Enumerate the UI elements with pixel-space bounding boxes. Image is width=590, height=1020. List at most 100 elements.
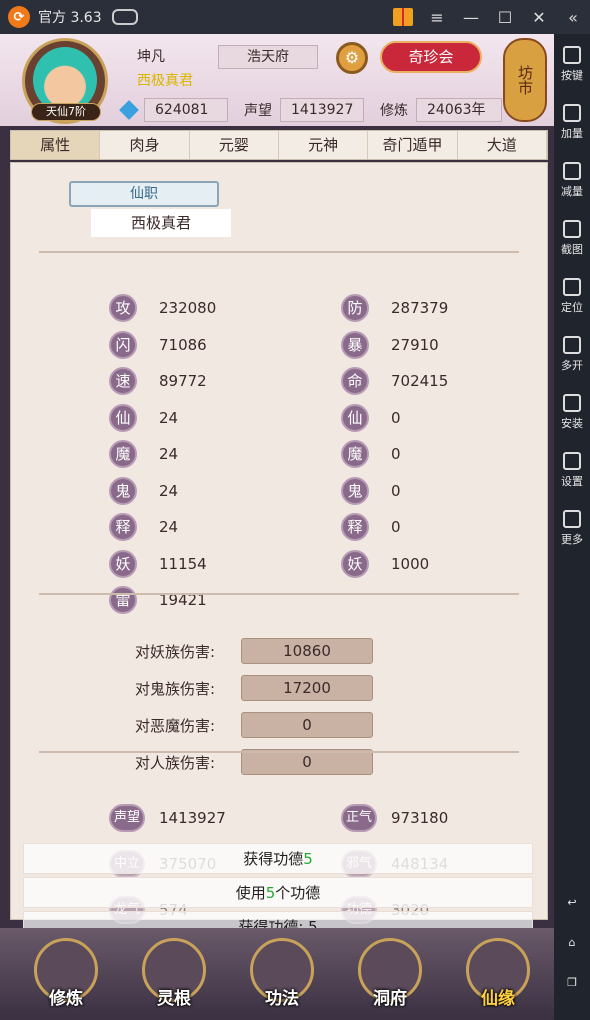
toast-text: 个功德 [275, 884, 321, 902]
reputation-stat-value: 1413927 [159, 809, 226, 827]
cultivation-stat: 修炼 24063年 [380, 98, 502, 122]
tab-1[interactable]: 肉身 [100, 131, 190, 159]
avatar[interactable]: 天仙7阶 [22, 38, 108, 124]
divider [39, 593, 519, 595]
reputation-badge-icon: 声望 [109, 804, 145, 832]
attribute-value: 24 [159, 445, 179, 463]
attribute-row: 雷 19421 [109, 585, 207, 615]
attribute-row: 仙0 [341, 403, 401, 433]
reputation-stat-row: 声望 1413927 [109, 803, 226, 833]
divider [39, 751, 519, 753]
gift-button[interactable] [386, 0, 420, 34]
back-button[interactable]: ↩ [554, 896, 590, 909]
tab-3[interactable]: 元神 [279, 131, 369, 159]
attribute-badge-icon: 暴 [341, 330, 369, 359]
sidebar-multi-window-button[interactable]: 多开 [554, 336, 590, 373]
treasure-shop-button[interactable]: 奇珍会 [380, 41, 482, 73]
attribute-value: 0 [391, 408, 401, 427]
reputation-badge-icon: 正气 [341, 804, 377, 832]
emulator-titlebar: ⟳ 官方 3.63 ≡ — ☐ ✕ « [0, 0, 590, 34]
toast-number: 5 [265, 884, 276, 902]
more-dots-icon [563, 510, 581, 528]
damage-bonus-value: 17200 [241, 675, 373, 701]
close-button[interactable]: ✕ [522, 0, 556, 34]
apk-install-icon [563, 394, 581, 412]
player-level: 天仙7阶 [31, 103, 101, 121]
attribute-badge-icon: 雷 [109, 586, 137, 614]
attribute-badge-icon: 命 [341, 367, 369, 395]
sidebar-keyboard-button[interactable]: 按键 [554, 46, 590, 83]
attribute-row: 释0 [341, 512, 401, 542]
market-lantern-button[interactable]: 坊市 [503, 38, 547, 122]
gamepad-icon[interactable] [111, 9, 138, 25]
sidebar-scissors-button[interactable]: 截图 [554, 220, 590, 257]
volume-down-icon [563, 162, 581, 180]
attribute-badge-icon: 释 [341, 513, 369, 541]
attribute-value: 24 [159, 518, 179, 536]
attribute-value: 1000 [391, 554, 430, 573]
emulator-sidebar: 按键加量减量截图定位多开安装设置更多 ↩ ⌂ ❐ [554, 34, 590, 1020]
reputation-stat-value: 973180 [391, 809, 449, 827]
damage-bonus-label: 对鬼族伤害: [135, 680, 216, 698]
attribute-badge-icon: 魔 [341, 440, 369, 468]
damage-bonus-label: 对恶魔伤害: [135, 717, 216, 735]
server-name: 浩天府 [218, 45, 318, 69]
recents-button[interactable]: ❐ [554, 976, 590, 989]
home-button[interactable]: ⌂ [554, 936, 590, 949]
player-title: 西极真君 [137, 73, 193, 89]
attribute-value: 702415 [391, 372, 449, 390]
sidebar-location-pin-button[interactable]: 定位 [554, 278, 590, 315]
player-header: 天仙7阶 坤凡 西极真君 浩天府 ⚙ 奇珍会 坊市 624081 声望 1413… [0, 34, 554, 126]
damage-bonus-row: 对妖族伤害: 10860 [11, 637, 549, 665]
bottom-nav-gourd[interactable]: 仙缘 [458, 938, 538, 1014]
attribute-row: 释 24 [109, 512, 178, 542]
damage-bonus-value: 0 [241, 712, 373, 738]
collapse-sidebar-button[interactable]: « [556, 0, 590, 34]
sidebar-more-dots-button[interactable]: 更多 [554, 510, 590, 547]
toast-text: 获得功德 [243, 850, 304, 868]
attribute-row: 妖 11154 [109, 549, 207, 579]
player-name: 坤凡 [137, 49, 165, 65]
toast-number: 5 [303, 850, 313, 868]
divider [39, 251, 519, 253]
attribute-value: 11154 [159, 554, 207, 573]
sidebar-gear-button[interactable]: 设置 [554, 452, 590, 489]
notification-toast: 使用5个功德 [23, 877, 533, 908]
sidebar-label: 减量 [561, 185, 583, 198]
bottom-nav-scroll-book[interactable]: 功法 [242, 938, 322, 1014]
attribute-badge-icon: 魔 [109, 440, 137, 468]
spirit-stone-stat: 624081 [119, 98, 228, 122]
attribute-row: 闪 71086 [109, 330, 207, 360]
sidebar-volume-down-button[interactable]: 减量 [554, 162, 590, 199]
settings-gear-icon[interactable]: ⚙ [336, 42, 368, 74]
menu-button[interactable]: ≡ [420, 0, 454, 34]
tab-0[interactable]: 属性 [11, 131, 101, 159]
bottom-nav-meditating-monk[interactable]: 修炼 [26, 938, 106, 1014]
bottom-nav-yin-yang-sword[interactable]: 灵根 [134, 938, 214, 1014]
attribute-row: 魔0 [341, 439, 401, 469]
attribute-badge-icon: 仙 [341, 403, 369, 432]
bottom-nav-label: 灵根 [157, 989, 191, 1009]
attribute-row: 鬼 24 [109, 476, 178, 506]
sidebar-label: 截图 [561, 243, 583, 256]
job-label: 仙职 [69, 181, 219, 207]
maximize-button[interactable]: ☐ [488, 0, 522, 34]
attribute-value: 24 [159, 481, 179, 500]
tab-2[interactable]: 元婴 [190, 131, 279, 159]
sidebar-label: 按键 [561, 69, 583, 82]
minimize-button[interactable]: — [454, 0, 488, 34]
cultivation-value: 24063年 [416, 98, 502, 122]
attribute-row: 仙 24 [109, 403, 178, 433]
sidebar-apk-install-button[interactable]: 安装 [554, 394, 590, 431]
tab-5[interactable]: 大道 [458, 131, 547, 159]
emulator-logo-icon: ⟳ [8, 6, 30, 28]
attribute-badge-icon: 妖 [341, 549, 369, 578]
toast-text: 使用 [235, 884, 266, 902]
attribute-value: 0 [391, 518, 401, 536]
bottom-nav-pavilion[interactable]: 洞府 [350, 938, 430, 1014]
tab-4[interactable]: 奇门遁甲 [368, 131, 458, 159]
bottom-nav-label: 仙缘 [481, 989, 515, 1009]
attribute-badge-icon: 防 [341, 294, 369, 322]
sidebar-volume-up-button[interactable]: 加量 [554, 104, 590, 141]
volume-up-icon [563, 104, 581, 122]
